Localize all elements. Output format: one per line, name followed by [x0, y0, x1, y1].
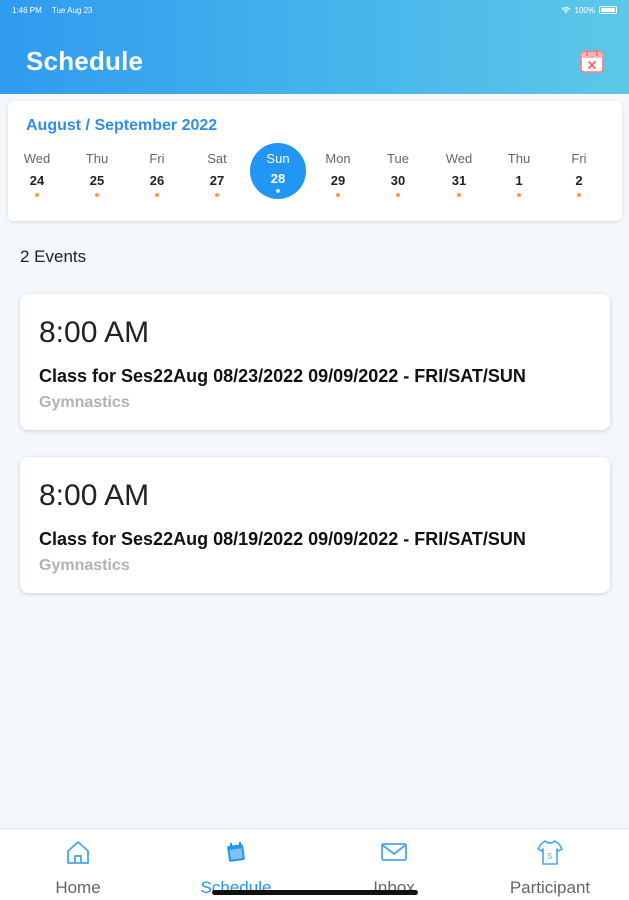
event-dot [155, 193, 159, 197]
calendar-icon [227, 842, 245, 862]
events-count: 2 Events [20, 247, 87, 266]
event-dot [276, 189, 280, 193]
event-category: Gymnastics [39, 557, 130, 574]
event-dot [517, 193, 521, 197]
calendar-x-icon[interactable] [579, 48, 605, 74]
home-icon [67, 841, 89, 864]
wifi-icon [561, 7, 570, 14]
mail-icon [381, 843, 407, 861]
tab-label: Schedule [200, 878, 272, 897]
page-title: Schedule [26, 46, 144, 76]
day-strip: Wed 24 Thu 25 Fri 26 Sat 27 Sun 28 Mon 2… [8, 143, 622, 211]
app-header: 1:46 PM Tue Aug 23 100% Schedule [0, 0, 629, 94]
day-fri-26[interactable]: Fri 26 [132, 151, 182, 197]
tab-label: Participant [509, 878, 591, 897]
event-dot [215, 193, 219, 197]
event-dot [396, 193, 400, 197]
event-time: 8:00 AM [39, 479, 150, 512]
day-mon-29[interactable]: Mon 29 [313, 151, 363, 197]
status-bar: 1:46 PM Tue Aug 23 100% [12, 4, 617, 16]
home-indicator [212, 890, 418, 895]
day-tue-30[interactable]: Tue 30 [373, 151, 423, 197]
day-thu-1[interactable]: Thu 1 [494, 151, 544, 197]
tab-inbox[interactable]: Inbox [324, 837, 464, 898]
tab-schedule[interactable]: Schedule [166, 837, 306, 898]
tab-home[interactable]: Home [8, 837, 148, 898]
event-card[interactable]: 8:00 AM Class for Ses22Aug 08/23/2022 09… [20, 294, 610, 430]
event-dot [35, 193, 39, 197]
tab-label: Inbox [373, 878, 415, 897]
day-sun-28-selected[interactable]: Sun 28 [250, 143, 306, 199]
tab-participant[interactable]: 5 Participant [480, 837, 620, 898]
day-wed-24[interactable]: Wed 24 [12, 151, 62, 197]
date-strip-card: August / September 2022 Wed 24 Thu 25 Fr… [8, 101, 622, 221]
event-dot [95, 193, 99, 197]
event-dot [457, 193, 461, 197]
svg-text:5: 5 [548, 852, 553, 861]
day-fri-2[interactable]: Fri 2 [554, 151, 604, 197]
event-card[interactable]: 8:00 AM Class for Ses22Aug 08/19/2022 09… [20, 457, 610, 593]
jersey-icon: 5 [537, 840, 563, 865]
event-title: Class for Ses22Aug 08/23/2022 09/09/2022… [39, 366, 526, 386]
day-thu-25[interactable]: Thu 25 [72, 151, 122, 197]
battery-icon [599, 6, 617, 14]
event-category: Gymnastics [39, 394, 130, 411]
status-time: 1:46 PM [12, 5, 42, 15]
day-sat-27[interactable]: Sat 27 [192, 151, 242, 197]
event-dot [577, 193, 581, 197]
battery-percent: 100% [574, 5, 595, 15]
event-time: 8:00 AM [39, 316, 150, 349]
month-label: August / September 2022 [26, 117, 218, 134]
status-date: Tue Aug 23 [51, 5, 93, 15]
event-title: Class for Ses22Aug 08/19/2022 09/09/2022… [39, 529, 526, 549]
tab-label: Home [55, 878, 101, 897]
day-wed-31[interactable]: Wed 31 [434, 151, 484, 197]
event-dot [336, 193, 340, 197]
